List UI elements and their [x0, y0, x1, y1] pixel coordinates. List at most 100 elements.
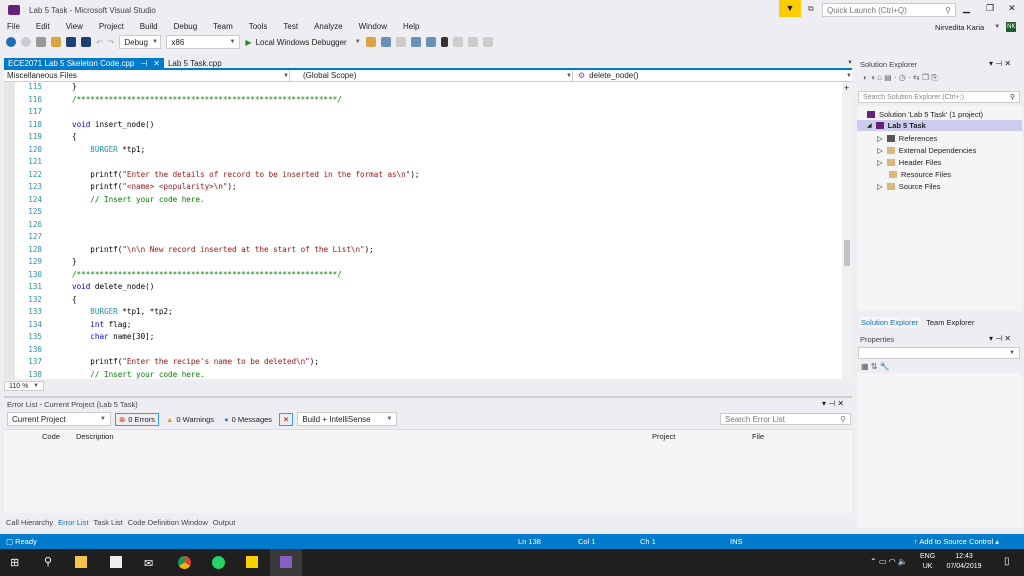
menu-debug[interactable]: Debug: [167, 22, 207, 31]
restore-button[interactable]: ❐: [986, 3, 994, 14]
panel-controls[interactable]: ▾ ⊣ ✕: [822, 399, 844, 408]
account[interactable]: Nirvedita Karia ▼ NK: [935, 22, 1016, 32]
back-icon[interactable]: [6, 37, 16, 47]
mail-icon[interactable]: ✉: [144, 557, 153, 570]
menu-team[interactable]: Team: [206, 22, 242, 31]
messages-filter-button[interactable]: ●0 Messages: [221, 413, 275, 426]
step-over-icon[interactable]: [396, 37, 406, 47]
properties-toolbar[interactable]: ▦ ⇅ 🔧: [861, 362, 890, 371]
next-bookmark-icon[interactable]: [468, 37, 478, 47]
zoom-select[interactable]: 110 %▼: [4, 381, 44, 391]
search-solution-explorer-input[interactable]: Search Solution Explorer (Ctrl+;)⚲: [858, 91, 1020, 103]
action-center-icon[interactable]: ▯: [1004, 556, 1010, 567]
menu-file[interactable]: File: [0, 22, 29, 31]
tree-external-dependencies[interactable]: ▷External Dependencies: [877, 146, 976, 155]
menu-test[interactable]: Test: [276, 22, 307, 31]
filter-button[interactable]: ✕: [279, 413, 293, 426]
new-project-icon[interactable]: [36, 37, 46, 47]
tab-code-definition[interactable]: Code Definition Window: [128, 518, 208, 527]
close-tab-icon[interactable]: ✕: [153, 59, 160, 68]
tab-solution-explorer[interactable]: Solution Explorer: [859, 317, 920, 328]
errors-filter-button[interactable]: ⊗0 Errors: [115, 413, 159, 426]
redo-icon[interactable]: ↷: [108, 38, 115, 47]
add-to-source-control-button[interactable]: ↑ Add to Source Control ▴: [914, 537, 999, 546]
comment-icon[interactable]: [411, 37, 421, 47]
platform-select[interactable]: x86▼: [166, 35, 240, 49]
tab-overflow-icon[interactable]: ▼: [847, 60, 853, 66]
menu-tools[interactable]: Tools: [242, 22, 277, 31]
tab-output[interactable]: Output: [213, 518, 236, 527]
clear-bookmarks-icon[interactable]: [483, 37, 493, 47]
quick-launch-input[interactable]: Quick Launch (Ctrl+Q)⚲: [822, 3, 956, 17]
tree-project[interactable]: ◢Lab 5 Task: [857, 120, 1022, 131]
sticky-notes-icon[interactable]: [246, 556, 258, 568]
menu-project[interactable]: Project: [92, 22, 133, 31]
menu-edit[interactable]: Edit: [29, 22, 59, 31]
chrome-icon[interactable]: [178, 556, 191, 569]
column-project[interactable]: Project: [652, 432, 675, 441]
feedback-filter-icon[interactable]: ▼: [779, 0, 801, 17]
uncomment-icon[interactable]: [426, 37, 436, 47]
tree-references[interactable]: ▷References: [877, 134, 937, 143]
configuration-select[interactable]: Debug▼: [119, 35, 161, 49]
menu-analyze[interactable]: Analyze: [307, 22, 351, 31]
step-icon[interactable]: [381, 37, 391, 47]
source-value: Build + IntelliSense: [302, 415, 370, 424]
splitter[interactable]: [4, 396, 852, 398]
tab-call-hierarchy[interactable]: Call Hierarchy: [6, 518, 53, 527]
language-indicator[interactable]: ENGUK: [920, 552, 935, 572]
search-icon[interactable]: ⚲: [44, 555, 52, 568]
column-code[interactable]: Code: [42, 432, 60, 441]
code-editor[interactable]: 115}116/********************************…: [4, 82, 842, 379]
panel-controls[interactable]: ▾ ⊣ ✕: [989, 59, 1011, 68]
column-description[interactable]: Description: [76, 432, 114, 441]
open-file-icon[interactable]: [51, 37, 61, 47]
scroll-thumb[interactable]: [844, 240, 850, 266]
vertical-scrollbar[interactable]: [842, 82, 852, 379]
error-scope-select[interactable]: Current Project▼: [7, 412, 111, 426]
forward-icon[interactable]: [21, 37, 31, 47]
solution-toolbar[interactable]: ◐ ◑ ⌂ ▤ · ◷ · ⇆ ❐ ⎘: [863, 73, 938, 83]
tree-source-files[interactable]: ▷Source Files: [877, 182, 940, 191]
save-all-icon[interactable]: [81, 37, 91, 47]
tree-solution[interactable]: Solution 'Lab 5 Task' (1 project): [867, 110, 983, 119]
system-tray-icons[interactable]: ⌃ ▭ ◠ 🔈: [870, 557, 908, 566]
build-source-select[interactable]: Build + IntelliSense▼: [297, 412, 397, 426]
save-icon[interactable]: [66, 37, 76, 47]
member-dropdown[interactable]: ⚙delete_node()▼: [574, 70, 852, 81]
split-icon[interactable]: +: [844, 83, 849, 93]
pin-icon[interactable]: ⊣: [140, 59, 147, 68]
collapsed-icon: ▷: [877, 134, 883, 143]
clock[interactable]: 12:4307/04/2019: [944, 552, 984, 572]
scope-dropdown[interactable]: (Global Scope)▼: [291, 70, 573, 81]
store-icon[interactable]: [110, 556, 122, 568]
file-explorer-icon[interactable]: [75, 556, 87, 568]
column-file[interactable]: File: [752, 432, 764, 441]
close-button[interactable]: ✕: [1008, 3, 1016, 14]
bookmark-icon[interactable]: [441, 37, 448, 47]
minimize-button[interactable]: ▁: [963, 3, 970, 14]
whatsapp-icon[interactable]: [212, 556, 225, 569]
tree-resource-files[interactable]: Resource Files: [889, 170, 951, 179]
properties-object-select[interactable]: ▼: [858, 347, 1020, 359]
item-label: Resource Files: [901, 170, 951, 179]
visual-studio-taskbar-icon[interactable]: [270, 549, 302, 576]
warnings-filter-button[interactable]: ▲0 Warnings: [163, 413, 217, 426]
prev-bookmark-icon[interactable]: [453, 37, 463, 47]
project-dropdown[interactable]: Miscellaneous Files▼: [4, 70, 290, 81]
panel-controls[interactable]: ▾ ⊣ ✕: [989, 334, 1011, 343]
tab-error-list[interactable]: Error List: [58, 518, 88, 527]
start-debugging-button[interactable]: ▶Local Windows Debugger▼: [245, 38, 360, 47]
menu-window[interactable]: Window: [352, 22, 396, 31]
menu-build[interactable]: Build: [133, 22, 167, 31]
menu-view[interactable]: View: [59, 22, 92, 31]
notifications-icon[interactable]: ⧉: [808, 4, 814, 14]
tab-team-explorer[interactable]: Team Explorer: [926, 318, 974, 327]
menu-help[interactable]: Help: [396, 22, 428, 31]
search-error-list-input[interactable]: Search Error List⚲: [720, 413, 851, 425]
tree-header-files[interactable]: ▷Header Files: [877, 158, 941, 167]
undo-icon[interactable]: ↶: [96, 38, 103, 47]
tab-task-list[interactable]: Task List: [94, 518, 123, 527]
find-icon[interactable]: [366, 37, 376, 47]
windows-start-icon[interactable]: ⊞: [10, 556, 19, 569]
